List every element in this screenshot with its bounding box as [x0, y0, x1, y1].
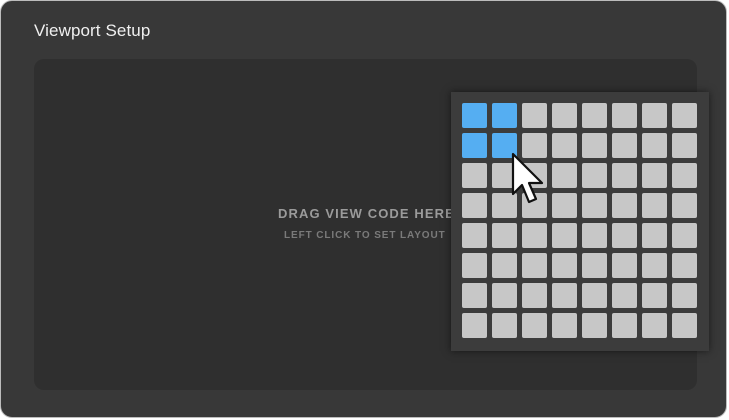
layout-grid-cell[interactable]	[462, 163, 487, 188]
layout-grid-cell[interactable]	[492, 223, 517, 248]
layout-grid-picker[interactable]	[451, 92, 709, 351]
layout-grid-cell[interactable]	[552, 133, 577, 158]
layout-grid-cell[interactable]	[582, 223, 607, 248]
layout-grid-cell[interactable]	[612, 133, 637, 158]
layout-grid-cell[interactable]	[552, 193, 577, 218]
layout-grid-cell[interactable]	[492, 163, 517, 188]
layout-grid-cell[interactable]	[612, 253, 637, 278]
layout-grid-cell[interactable]	[582, 133, 607, 158]
layout-grid-cell[interactable]	[552, 313, 577, 338]
layout-grid-cell[interactable]	[612, 313, 637, 338]
layout-grid-cell[interactable]	[492, 193, 517, 218]
layout-grid-cell[interactable]	[642, 133, 667, 158]
layout-grid-cell[interactable]	[462, 223, 487, 248]
layout-grid-cell[interactable]	[552, 253, 577, 278]
layout-grid-cell[interactable]	[612, 103, 637, 128]
layout-grid-cell[interactable]	[522, 223, 547, 248]
drop-zone-title: DRAG VIEW CODE HERE	[278, 206, 455, 221]
layout-grid-cell[interactable]	[612, 163, 637, 188]
layout-grid-cell-selected[interactable]	[462, 103, 487, 128]
layout-grid-cell[interactable]	[642, 313, 667, 338]
layout-grid-cell[interactable]	[462, 253, 487, 278]
layout-grid-cell[interactable]	[552, 283, 577, 308]
layout-grid-cell[interactable]	[672, 133, 697, 158]
layout-grid-cell[interactable]	[672, 283, 697, 308]
layout-grid-cell-selected[interactable]	[492, 133, 517, 158]
layout-grid-cell[interactable]	[492, 313, 517, 338]
layout-grid-cell[interactable]	[642, 253, 667, 278]
layout-grid-cell[interactable]	[522, 133, 547, 158]
layout-grid-cell[interactable]	[462, 193, 487, 218]
layout-grid-cell[interactable]	[552, 163, 577, 188]
layout-grid-cell[interactable]	[522, 103, 547, 128]
layout-grid-cell[interactable]	[642, 283, 667, 308]
layout-grid-cell[interactable]	[582, 253, 607, 278]
layout-grid-cell[interactable]	[672, 163, 697, 188]
layout-grid-cell[interactable]	[612, 223, 637, 248]
drop-zone-subtitle: LEFT CLICK TO SET LAYOUT	[284, 230, 446, 241]
window-title: Viewport Setup	[34, 21, 151, 40]
layout-grid-cell[interactable]	[522, 193, 547, 218]
layout-grid-cell[interactable]	[642, 163, 667, 188]
layout-grid-cell[interactable]	[642, 223, 667, 248]
layout-grid-cell[interactable]	[552, 103, 577, 128]
layout-grid-cell[interactable]	[522, 163, 547, 188]
layout-grid-cell[interactable]	[672, 253, 697, 278]
layout-grid-cell[interactable]	[492, 253, 517, 278]
layout-grid-cell[interactable]	[552, 223, 577, 248]
layout-grid-cell[interactable]	[582, 103, 607, 128]
layout-grid-cell[interactable]	[462, 313, 487, 338]
layout-grid-cell-selected[interactable]	[492, 103, 517, 128]
layout-grid-cell[interactable]	[582, 283, 607, 308]
layout-grid-cell[interactable]	[462, 283, 487, 308]
layout-grid-cell-selected[interactable]	[462, 133, 487, 158]
layout-grid-cell[interactable]	[582, 193, 607, 218]
viewport-setup-window: Viewport Setup DRAG VIEW CODE HERE LEFT …	[0, 0, 727, 418]
layout-grid-cell[interactable]	[522, 313, 547, 338]
layout-grid-cell[interactable]	[612, 193, 637, 218]
layout-grid-cell[interactable]	[672, 313, 697, 338]
layout-grid-cell[interactable]	[522, 283, 547, 308]
layout-grid-cell[interactable]	[612, 283, 637, 308]
layout-grid-cell[interactable]	[672, 193, 697, 218]
layout-grid-cell[interactable]	[582, 313, 607, 338]
layout-grid-cell[interactable]	[492, 283, 517, 308]
layout-grid-cell[interactable]	[672, 223, 697, 248]
layout-grid-cell[interactable]	[582, 163, 607, 188]
layout-grid-cell[interactable]	[522, 253, 547, 278]
layout-grid-cell[interactable]	[642, 193, 667, 218]
layout-grid-cell[interactable]	[672, 103, 697, 128]
layout-grid-cell[interactable]	[642, 103, 667, 128]
